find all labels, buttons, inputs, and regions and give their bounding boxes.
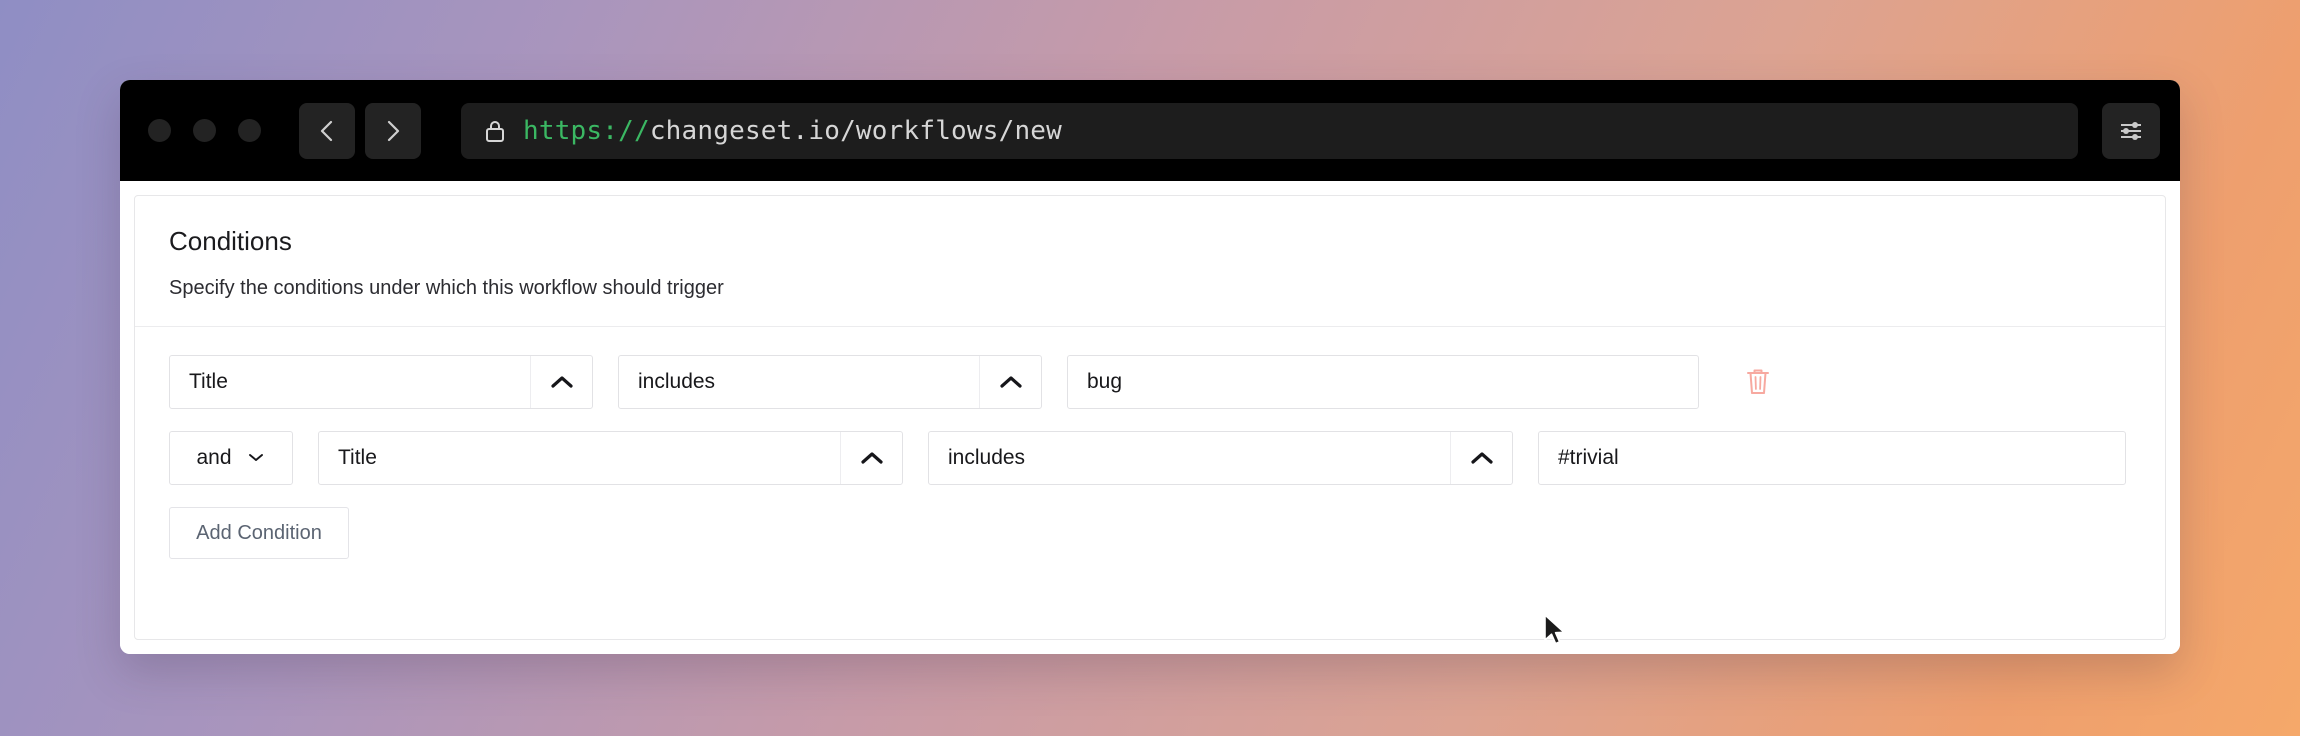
sliders-icon	[2121, 121, 2141, 140]
condition-attribute-value: Title	[338, 446, 377, 469]
browser-chrome-bar: https://changeset.io/workflows/new	[120, 80, 2180, 181]
chevron-up-icon	[1450, 432, 1512, 484]
chevron-down-icon	[246, 446, 266, 470]
condition-operator-select[interactable]: includes	[618, 355, 1042, 409]
condition-row: Title includes bug	[169, 355, 2131, 409]
condition-value-input[interactable]: #trivial	[1538, 431, 2126, 485]
window-maximize-button[interactable]	[238, 119, 261, 142]
window-close-button[interactable]	[148, 119, 171, 142]
browser-window: https://changeset.io/workflows/new Condi…	[120, 80, 2180, 654]
condition-join-value: and	[196, 446, 232, 469]
url-scheme: https://	[523, 115, 650, 146]
browser-settings-button[interactable]	[2102, 102, 2160, 159]
chevron-left-icon	[320, 120, 333, 141]
url-host-path: changeset.io/workflows/new	[649, 115, 1063, 146]
conditions-card-header: Conditions Specify the conditions under …	[135, 196, 2165, 327]
condition-value-text: bug	[1087, 370, 1123, 393]
condition-operator-value: includes	[638, 370, 716, 393]
chevron-up-icon	[979, 356, 1041, 408]
condition-row: and Title includes #trivial	[169, 431, 2131, 485]
conditions-card-body: Title includes bug and Title includes #t…	[135, 327, 2165, 639]
address-bar[interactable]: https://changeset.io/workflows/new	[461, 102, 2078, 159]
condition-value-text: #trivial	[1558, 446, 1619, 469]
condition-attribute-value: Title	[189, 370, 228, 393]
lock-icon	[486, 120, 504, 142]
window-traffic-lights	[148, 119, 261, 142]
chevron-right-icon	[387, 120, 400, 141]
condition-attribute-select[interactable]: Title	[318, 431, 903, 485]
condition-join-select[interactable]: and	[169, 431, 293, 485]
delete-condition-button[interactable]	[1738, 360, 1778, 404]
page-viewport: Conditions Specify the conditions under …	[120, 181, 2180, 654]
chevron-up-icon	[530, 356, 592, 408]
condition-value-input[interactable]: bug	[1067, 355, 1699, 409]
window-minimize-button[interactable]	[193, 119, 216, 142]
condition-operator-select[interactable]: includes	[928, 431, 1513, 485]
trash-icon	[1747, 369, 1769, 394]
browser-navigation-buttons	[299, 102, 421, 159]
condition-attribute-select[interactable]: Title	[169, 355, 593, 409]
conditions-card: Conditions Specify the conditions under …	[134, 195, 2166, 640]
chevron-up-icon	[840, 432, 902, 484]
add-condition-button[interactable]: Add Condition	[169, 507, 349, 559]
page-title: Conditions	[169, 226, 292, 256]
address-bar-text: https://changeset.io/workflows/new	[523, 116, 1062, 146]
forward-button[interactable]	[365, 102, 421, 159]
back-button[interactable]	[299, 102, 355, 159]
page-subtitle: Specify the conditions under which this …	[169, 277, 724, 299]
condition-operator-value: includes	[948, 446, 1026, 469]
